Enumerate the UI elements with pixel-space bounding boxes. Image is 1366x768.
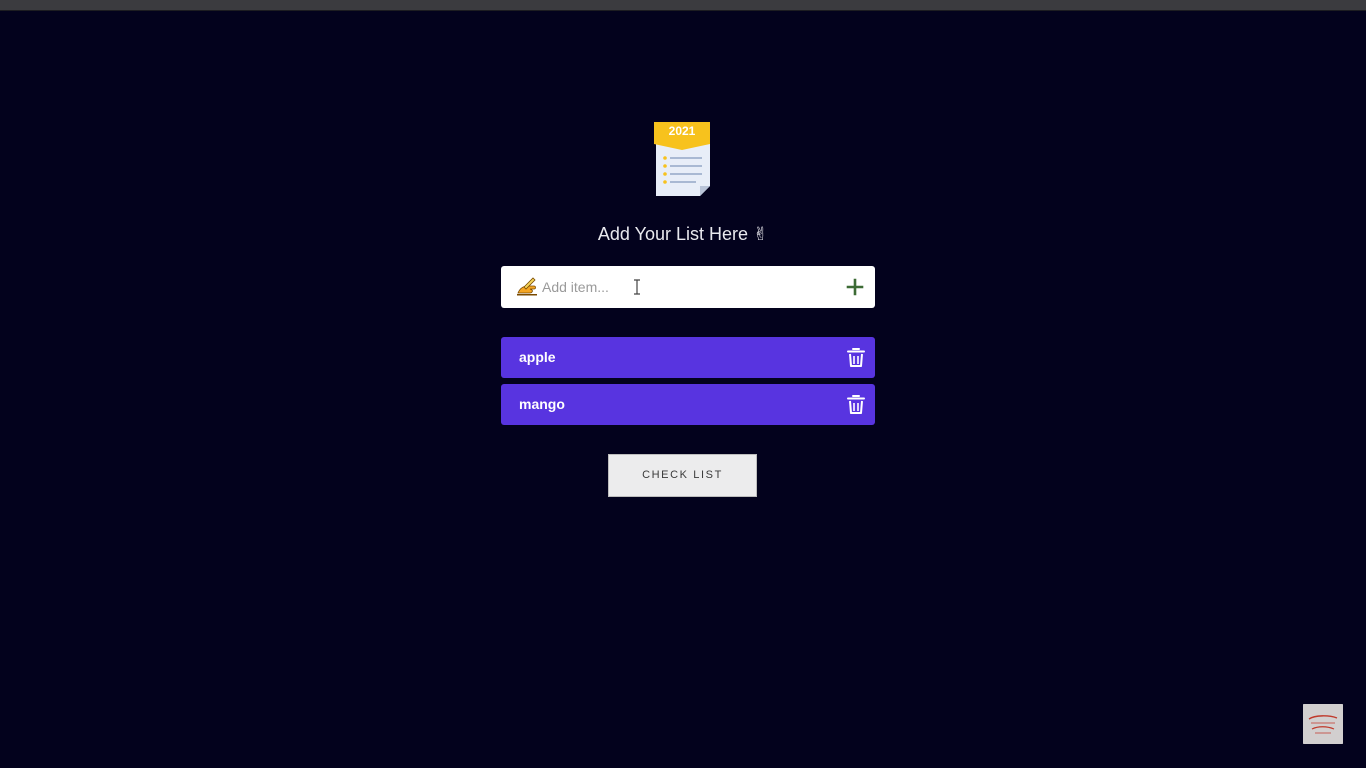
text-cursor-icon — [634, 279, 640, 295]
list-item: mango — [501, 384, 875, 425]
logo-year: 2021 — [669, 124, 696, 138]
writing-hand-icon — [517, 277, 537, 296]
trash-icon[interactable] — [847, 347, 865, 368]
add-item-input[interactable] — [542, 274, 842, 300]
checklist-logo-icon: 2021 — [654, 122, 710, 196]
victory-hand-icon: ✌ — [753, 224, 769, 244]
heading-text: Add Your List Here — [597, 224, 748, 244]
trash-icon[interactable] — [847, 394, 865, 415]
check-list-button[interactable]: CHECK LIST — [608, 454, 757, 497]
list-item: apple — [501, 337, 875, 378]
add-item-field — [501, 266, 875, 308]
plus-icon[interactable] — [846, 278, 864, 296]
list-item-label: mango — [519, 396, 565, 412]
channel-watermark-logo — [1303, 704, 1343, 744]
todo-app: 2021 Add Your List Here ✌ apple — [0, 0, 1366, 768]
page-heading: Add Your List Here ✌ — [0, 222, 1366, 246]
list-item-label: apple — [519, 349, 556, 365]
